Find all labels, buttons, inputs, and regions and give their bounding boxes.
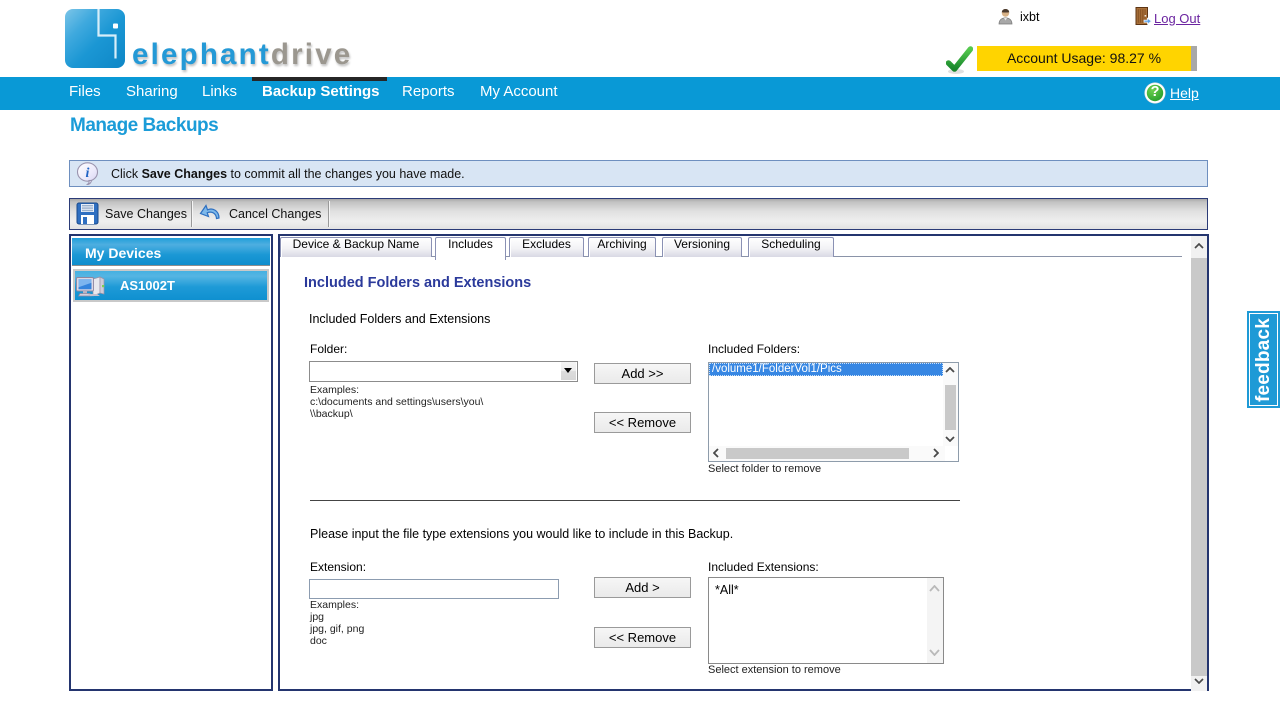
svg-text:i: i bbox=[86, 166, 90, 181]
